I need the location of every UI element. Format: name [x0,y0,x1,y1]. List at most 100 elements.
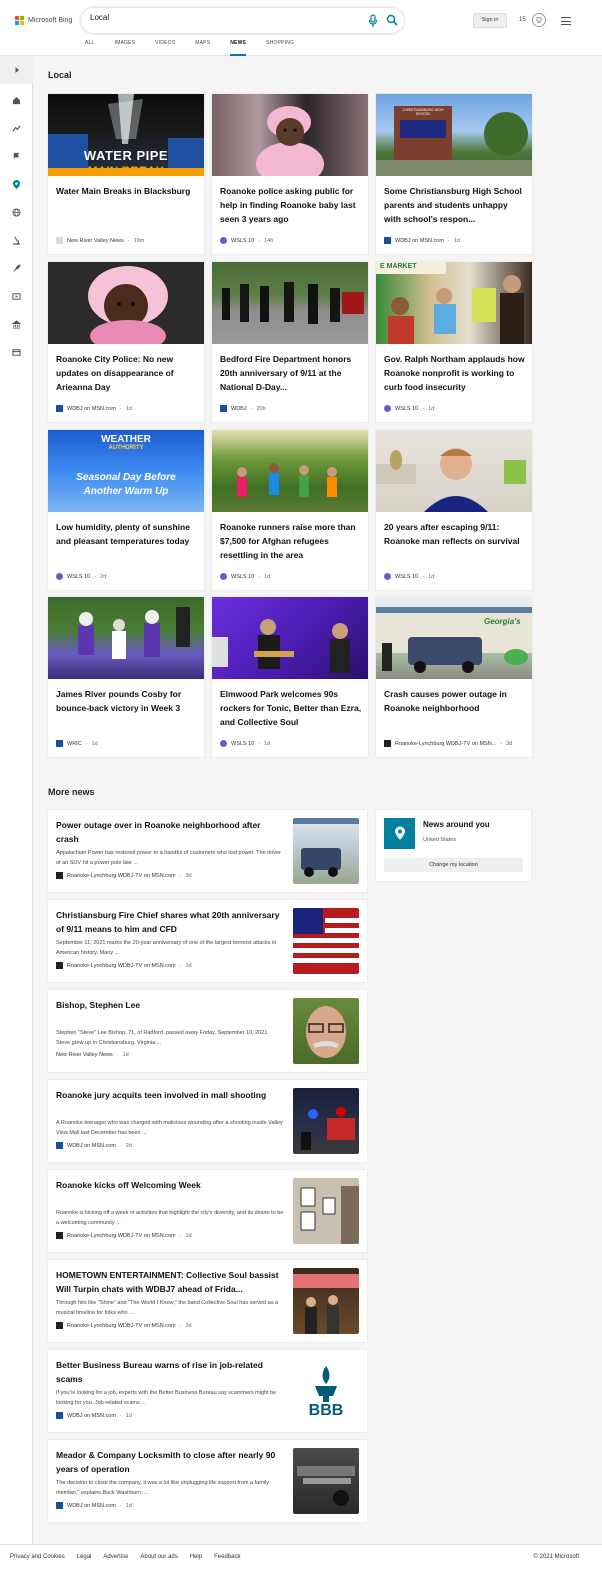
source-name[interactable]: WDBJ on MSN.com [67,1413,116,1419]
source-name[interactable]: WSLS 10 [395,574,418,580]
news-card-title[interactable]: Gov. Ralph Northam applauds how Roanoke … [384,352,526,394]
news-card[interactable]: Roanoke City Police: No new updates on d… [48,262,204,422]
sidebar-expand-button[interactable] [0,56,33,84]
source-name[interactable]: WSLS 10 [231,238,254,244]
more-news-thumbnail[interactable] [293,908,359,974]
more-news-thumbnail[interactable] [293,998,359,1064]
news-card[interactable]: Elmwood Park welcomes 90s rockers for To… [212,597,368,757]
news-card[interactable]: James River pounds Cosby for bounce-back… [48,597,204,757]
news-card-title[interactable]: Bedford Fire Department honors 20th anni… [220,352,362,394]
home-icon[interactable] [10,94,23,107]
source-name[interactable]: Roanoke-Lynchburg WDBJ-TV on MSN.com [67,1233,176,1239]
news-card[interactable]: WEATHER AUTHORITY Seasonal Day Before An… [48,430,204,590]
footer-link-help[interactable]: Help [190,1554,202,1560]
tab-news[interactable]: NEWS [230,40,247,56]
source-name[interactable]: WSLS 10 [67,574,90,580]
microscope-icon[interactable] [10,234,23,247]
news-card-title[interactable]: Roanoke runners raise more than $7,500 f… [220,520,362,562]
more-news-item[interactable]: Meador & Company Locksmith to close afte… [48,1440,367,1522]
bank-icon[interactable] [10,318,23,331]
more-news-title[interactable]: Bishop, Stephen Lee [56,998,284,1012]
rewards-trophy-icon[interactable] [532,13,546,27]
more-news-item[interactable]: HOMETOWN ENTERTAINMENT: Collective Soul … [48,1260,367,1342]
source-name[interactable]: WSLS 10 [395,406,418,412]
more-news-item[interactable]: Bishop, Stephen Lee Stephen "Steve" Lee … [48,990,367,1072]
source-name[interactable]: WDBJ on MSN.com [395,238,444,244]
location-pin-icon[interactable] [10,178,23,191]
news-card[interactable]: Bedford Fire Department honors 20th anni… [212,262,368,422]
more-news-title[interactable]: Christiansburg Fire Chief shares what 20… [56,908,284,936]
news-card[interactable]: WATER PIPE MAIN BREAK Water Main Breaks … [48,94,204,254]
news-card-title[interactable]: James River pounds Cosby for bounce-back… [56,687,198,715]
source-name[interactable]: WDBJ on MSN.com [67,1143,116,1149]
news-card[interactable]: Roanoke runners raise more than $7,500 f… [212,430,368,590]
bing-logo[interactable]: Microsoft Bing [15,16,72,25]
news-card-title[interactable]: Roanoke police asking public for help in… [220,184,362,226]
tab-maps[interactable]: MAPS [195,40,210,56]
more-news-thumbnail[interactable] [293,1088,359,1154]
source-name[interactable]: New River Valley News [56,1052,113,1058]
news-card[interactable]: E MARKET Gov. Ralph Northam applauds how… [376,262,532,422]
more-news-thumbnail[interactable] [293,1178,359,1244]
news-card-title[interactable]: Roanoke City Police: No new updates on d… [56,352,198,394]
footer-link-advertise[interactable]: Advertise [103,1554,128,1560]
more-news-item[interactable]: Power outage over in Roanoke neighborhoo… [48,810,367,892]
news-card-title[interactable]: 20 years after escaping 9/11: Roanoke ma… [384,520,526,548]
source-name[interactable]: Roanoke-Lynchburg WDBJ-TV on MSN... [395,741,496,747]
card-icon[interactable] [10,346,23,359]
more-news-item[interactable]: Roanoke jury acquits teen involved in ma… [48,1080,367,1162]
news-card-title[interactable]: Some Christiansburg High School parents … [384,184,526,226]
tab-images[interactable]: IMAGES [115,40,136,56]
news-card[interactable]: CHRISTIANSBURG HIGH SCHOOL Some Christia… [376,94,532,254]
globe-icon[interactable] [10,206,23,219]
source-name[interactable]: Roanoke-Lynchburg WDBJ-TV on MSN.com [67,1323,176,1329]
more-news-title[interactable]: HOMETOWN ENTERTAINMENT: Collective Soul … [56,1268,284,1296]
news-card[interactable]: 20 years after escaping 9/11: Roanoke ma… [376,430,532,590]
more-news-thumbnail[interactable] [293,1268,359,1334]
flag-icon[interactable] [10,150,23,163]
more-news-title[interactable]: Meador & Company Locksmith to close afte… [56,1448,284,1476]
footer-link-feedback[interactable]: Feedback [214,1554,240,1560]
more-news-title[interactable]: Roanoke kicks off Welcoming Week [56,1178,284,1192]
footer-link-about-ads[interactable]: About our ads [140,1554,177,1560]
change-location-button[interactable]: Change my location [384,858,523,872]
video-icon[interactable] [10,290,23,303]
more-news-title[interactable]: Better Business Bureau warns of rise in … [56,1358,284,1386]
tab-videos[interactable]: VIDEOS [155,40,175,56]
source-name[interactable]: WDBJ on MSN.com [67,406,116,412]
news-card[interactable]: Roanoke police asking public for help in… [212,94,368,254]
microphone-icon[interactable] [367,14,379,28]
more-news-title[interactable]: Roanoke jury acquits teen involved in ma… [56,1088,284,1102]
news-card-title[interactable]: Low humidity, plenty of sunshine and ple… [56,520,198,548]
more-news-thumbnail[interactable] [293,1448,359,1514]
more-news-item[interactable]: Roanoke kicks off Welcoming Week Roanoke… [48,1170,367,1252]
hamburger-menu-icon[interactable] [561,17,571,25]
source-name[interactable]: Roanoke-Lynchburg WDBJ-TV on MSN.com [67,873,176,879]
source-name[interactable]: WDBJ [231,406,247,412]
more-news-thumbnail[interactable] [293,818,359,884]
rocket-icon[interactable] [10,262,23,275]
trending-icon[interactable] [10,122,23,135]
news-card-title[interactable]: Water Main Breaks in Blacksburg [56,184,198,198]
source-name[interactable]: Roanoke-Lynchburg WDBJ-TV on MSN.com [67,963,176,969]
sign-in-button[interactable]: Sign in [473,13,507,28]
rewards-count[interactable]: 15 [519,17,526,23]
more-news-item[interactable]: Better Business Bureau warns of rise in … [48,1350,367,1432]
tab-shopping[interactable]: SHOPPING [266,40,294,56]
news-card[interactable]: Georgia's Crash causes power outage in R… [376,597,532,757]
footer-link-privacy[interactable]: Privacy and Cookies [10,1554,65,1560]
news-card-title[interactable]: Crash causes power outage in Roanoke nei… [384,687,526,715]
search-input[interactable] [90,13,350,22]
more-news-title[interactable]: Power outage over in Roanoke neighborhoo… [56,818,284,846]
source-name[interactable]: New River Valley News [67,238,124,244]
tab-all[interactable]: ALL [85,40,95,56]
more-news-thumbnail[interactable]: BBB [293,1358,359,1424]
source-name[interactable]: WSLS 10 [231,741,254,747]
search-icon[interactable] [386,14,398,26]
source-name[interactable]: WRIC [67,741,82,747]
news-card-title[interactable]: Elmwood Park welcomes 90s rockers for To… [220,687,362,729]
source-name[interactable]: WDBJ on MSN.com [67,1503,116,1509]
more-news-item[interactable]: Christiansburg Fire Chief shares what 20… [48,900,367,982]
footer-link-legal[interactable]: Legal [77,1554,92,1560]
source-name[interactable]: WSLS 10 [231,574,254,580]
